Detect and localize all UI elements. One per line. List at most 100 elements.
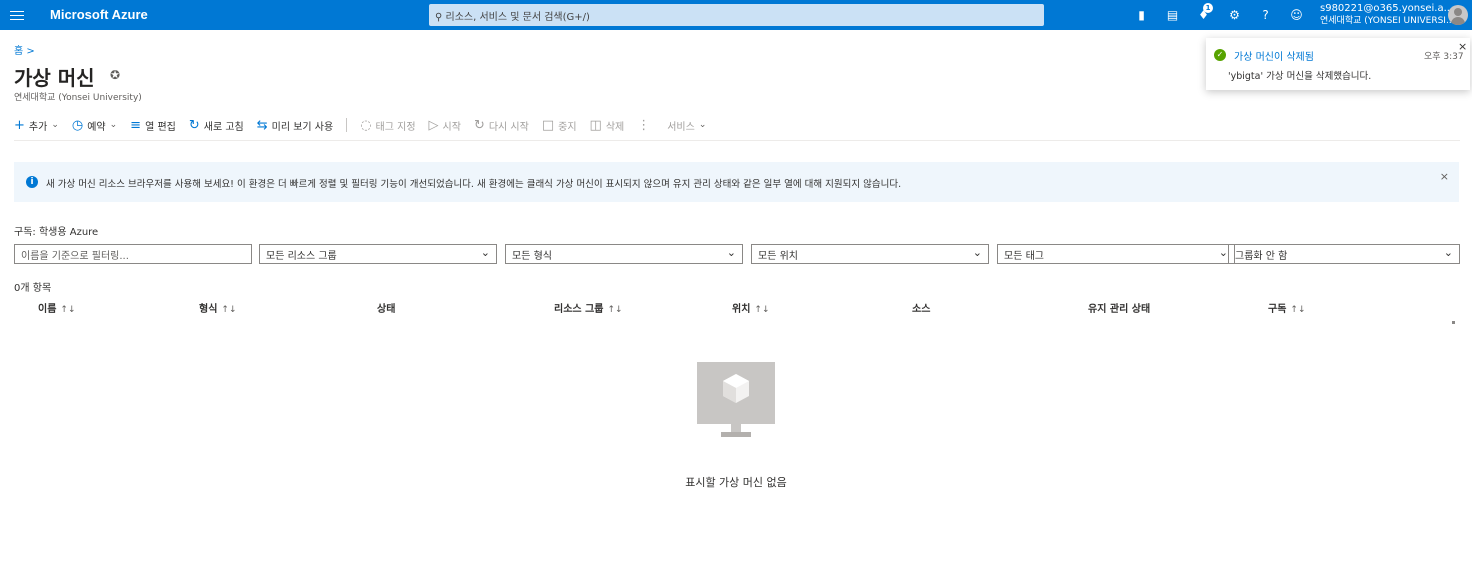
- info-banner-text[interactable]: 새 가상 머신 리소스 브라우저를 사용해 보세요! 이 환경은 더 빠르게 정…: [46, 176, 1426, 190]
- notification-badge: 1: [1203, 3, 1213, 13]
- toolbar-divider: [346, 118, 348, 132]
- play-icon: ▷: [428, 117, 439, 133]
- type-dropdown[interactable]: 모든 형식 ⌄: [505, 244, 743, 264]
- scroll-indicator: [1452, 321, 1455, 324]
- column-header[interactable]: 이름 ↑↓: [38, 300, 76, 315]
- item-count: 0개 항목: [14, 283, 52, 294]
- column-header[interactable]: 리소스 그룹 ↑↓: [554, 300, 623, 315]
- column-header-label: 유지 관리 상태: [1088, 304, 1151, 315]
- trash-icon: ◫: [589, 117, 602, 133]
- top-icon-group: ▮ ▤ ♦ 1 ⚙ ? ☺: [1126, 3, 1312, 25]
- restart-button[interactable]: ↻ 다시 시작: [474, 118, 529, 133]
- services-button[interactable]: 서비스 ⌄: [667, 118, 706, 133]
- info-banner: i 새 가상 머신 리소스 브라우저를 사용해 보세요! 이 환경은 더 빠르게…: [14, 162, 1459, 202]
- chevron-down-icon: ⌄: [1218, 246, 1228, 259]
- reservation-label: 예약: [87, 121, 106, 133]
- column-header: 소스: [912, 300, 930, 315]
- column-header[interactable]: 위치 ↑↓: [732, 300, 770, 315]
- avatar[interactable]: [1448, 5, 1468, 25]
- feedback-smiley-icon[interactable]: ☺: [1281, 5, 1312, 25]
- resource-group-value: 모든 리소스 그룹: [266, 251, 337, 262]
- account-org: 연세대학교 (YONSEI UNIVERSI...: [1320, 16, 1455, 26]
- sort-arrows-icon[interactable]: ↑↓: [60, 305, 75, 315]
- assign-tags-button[interactable]: ◌ 태그 지정: [360, 118, 415, 133]
- column-header: 상태: [377, 300, 395, 315]
- plus-icon: +: [14, 117, 25, 133]
- add-button[interactable]: + 추가 ⌄: [14, 118, 59, 133]
- help-icon[interactable]: ?: [1250, 5, 1281, 25]
- cloud-shell-icon[interactable]: ▮: [1126, 5, 1157, 25]
- chevron-down-icon: ⌄: [972, 246, 982, 259]
- stop-button[interactable]: □ 중지: [542, 118, 577, 133]
- chevron-down-icon: ⌄: [51, 120, 59, 130]
- grouping-value: 그룹화 안 함: [1235, 251, 1288, 262]
- chevron-down-icon: ⌄: [1443, 246, 1453, 259]
- clock-icon: ◷: [71, 117, 84, 133]
- add-label: 추가: [28, 121, 48, 133]
- subscription-filter-label[interactable]: 구독: 학생용 Azure: [14, 223, 98, 238]
- refresh-button[interactable]: ↻ 새로 고침: [189, 118, 244, 133]
- brand-title[interactable]: Microsoft Azure: [50, 7, 148, 22]
- directory-filter-icon[interactable]: ▤: [1157, 5, 1188, 25]
- toast-message: 'ybigta' 가상 머신을 삭제했습니다.: [1228, 71, 1372, 82]
- close-icon[interactable]: ×: [1440, 170, 1449, 183]
- column-header[interactable]: 구독 ↑↓: [1268, 300, 1306, 315]
- chevron-down-icon: ⌄: [109, 120, 118, 130]
- checkmark-icon: ✓: [1214, 49, 1226, 61]
- services-label: 서비스: [667, 121, 695, 133]
- pin-icon[interactable]: ✪: [110, 68, 120, 82]
- sort-arrows-icon[interactable]: ↑↓: [754, 305, 769, 315]
- assign-tags-label: 태그 지정: [375, 121, 416, 133]
- page-title: 가상 머신: [14, 66, 95, 90]
- resource-group-dropdown[interactable]: 모든 리소스 그룹 ⌄: [259, 244, 497, 264]
- column-header[interactable]: 형식 ↑↓: [199, 300, 237, 315]
- tags-value: 모든 태그: [1004, 251, 1044, 262]
- start-button[interactable]: ▷ 시작: [429, 118, 461, 133]
- column-header-label: 위치: [732, 304, 751, 315]
- notification-toast[interactable]: ✓ 가상 머신이 삭제됨 오후 3:37 × 'ybigta' 가상 머신을 삭…: [1206, 38, 1470, 90]
- sort-arrows-icon[interactable]: ↑↓: [221, 305, 236, 315]
- toast-title: 가상 머신이 삭제됨: [1234, 52, 1314, 63]
- info-icon: i: [26, 176, 38, 188]
- column-header: 유지 관리 상태: [1088, 300, 1150, 315]
- global-search-input[interactable]: ⚲ 리소스, 서비스 및 문서 검색(G+/): [429, 4, 1044, 26]
- refresh-icon: ↻: [188, 117, 200, 133]
- sort-arrows-icon[interactable]: ↑↓: [607, 305, 622, 315]
- reservation-button[interactable]: ◷ 예약 ⌄: [72, 118, 117, 133]
- location-dropdown[interactable]: 모든 위치 ⌄: [751, 244, 989, 264]
- restart-icon: ↻: [473, 117, 485, 133]
- edit-columns-button[interactable]: ≡ 열 편집: [130, 118, 176, 133]
- column-header-label: 이름: [38, 304, 57, 315]
- vertical-dots-icon: ⋮: [637, 117, 651, 133]
- search-placeholder: 리소스, 서비스 및 문서 검색(G+/): [445, 12, 590, 23]
- type-value: 모든 형식: [512, 251, 552, 262]
- grouping-dropdown[interactable]: 그룹화 안 함 ⌄: [1228, 244, 1460, 264]
- close-icon[interactable]: ×: [1458, 40, 1467, 53]
- column-header-label: 리소스 그룹: [554, 304, 604, 315]
- delete-button[interactable]: ◫ 삭제: [590, 118, 625, 133]
- sort-arrows-icon[interactable]: ↑↓: [1290, 305, 1305, 315]
- top-bar: Microsoft Azure ⚲ 리소스, 서비스 및 문서 검색(G+/) …: [0, 0, 1472, 30]
- name-filter-input[interactable]: 이름을 기준으로 필터링...: [14, 244, 252, 264]
- account-email: s980221@o365.yonsei.a...: [1320, 3, 1454, 14]
- start-label: 시작: [442, 121, 461, 133]
- tags-dropdown[interactable]: 모든 태그 ⌄: [997, 244, 1235, 264]
- account-info[interactable]: s980221@o365.yonsei.a... 연세대학교 (YONSEI U…: [1320, 3, 1455, 27]
- column-header-label: 소스: [912, 304, 931, 315]
- stop-label: 중지: [558, 121, 577, 133]
- chevron-down-icon: ⌄: [480, 246, 490, 259]
- try-preview-button[interactable]: ⇆ 미리 보기 사용: [257, 118, 333, 133]
- edit-columns-label: 열 편집: [145, 121, 176, 133]
- chevron-down-icon: ⌄: [698, 120, 707, 130]
- breadcrumb[interactable]: 홈 >: [14, 42, 35, 57]
- more-options-icon[interactable]: ⋮: [637, 118, 654, 133]
- columns-icon: ≡: [130, 117, 142, 133]
- tag-icon: ◌: [360, 117, 372, 133]
- delete-label: 삭제: [605, 121, 625, 133]
- switch-arrows-icon: ⇆: [256, 117, 268, 133]
- settings-gear-icon[interactable]: ⚙: [1219, 5, 1250, 25]
- hamburger-menu-icon[interactable]: [10, 8, 24, 22]
- command-bar: + 추가 ⌄ ◷ 예약 ⌄ ≡ 열 편집 ↻ 새로 고침 ⇆ 미리 보기 사용 ◌ 태그 지정 …: [14, 115, 719, 135]
- notifications-icon[interactable]: ♦ 1: [1188, 3, 1219, 25]
- column-header-label: 형식: [199, 304, 218, 315]
